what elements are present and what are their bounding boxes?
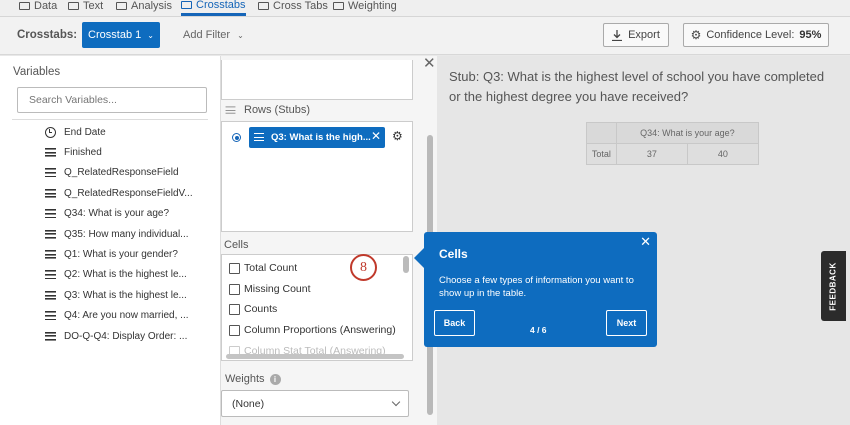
nav-tab-analysis[interactable]: Analysis <box>116 0 172 16</box>
gear-icon: ⚙ <box>690 28 702 42</box>
list-item[interactable]: Q2: What is the highest le... <box>0 265 221 285</box>
row-variable-chip[interactable]: Q3: What is the high... ✕ <box>249 127 385 148</box>
list-item[interactable]: Q35: How many individual... <box>0 224 221 244</box>
close-panel-icon[interactable]: ✕ <box>423 56 436 72</box>
list-item[interactable]: Q1: What is your gender? <box>0 244 221 264</box>
nav-tab-text[interactable]: Text <box>68 0 103 16</box>
rows-stubs-label: Rows (Stubs) <box>225 104 310 116</box>
checkbox[interactable] <box>229 262 240 274</box>
variables-sidebar: Variables End Date Finished Q_RelatedRes… <box>0 56 221 425</box>
list-icon <box>45 229 56 239</box>
list-icon <box>254 133 264 142</box>
nav-tab-data[interactable]: Data <box>19 0 57 16</box>
stub-title: Stub: Q3: What is the highest level of s… <box>449 69 825 104</box>
list-icon <box>45 331 56 341</box>
add-filter-button[interactable]: Add Filter ⌄ <box>183 29 244 41</box>
analysis-icon <box>116 2 127 10</box>
cell-option-total-count[interactable]: Total Count <box>229 262 297 274</box>
list-icon <box>45 188 56 198</box>
variables-title: Variables <box>13 66 61 78</box>
weights-label: Weights i <box>225 373 281 385</box>
toolbar: Crosstabs: Crosstab 1 ⌄ Add Filter ⌄ Exp… <box>0 17 850 55</box>
remove-chip-icon[interactable]: ✕ <box>371 129 381 143</box>
nav-tab-crosstabs[interactable]: Crosstabs <box>181 0 246 16</box>
chevron-down-icon: ⌄ <box>147 30 154 40</box>
list-icon <box>45 311 56 321</box>
confidence-level-button[interactable]: ⚙ Confidence Level: 95% <box>683 23 829 47</box>
cells-vertical-scrollbar[interactable] <box>403 256 409 273</box>
list-item[interactable]: End Date <box>0 122 221 142</box>
list-item[interactable]: Q3: What is the highest le... <box>0 285 221 305</box>
text-icon <box>68 2 79 10</box>
crosstab-select-button[interactable]: Crosstab 1 ⌄ <box>82 22 160 48</box>
back-button[interactable]: Back <box>434 310 475 336</box>
checkbox[interactable] <box>229 283 240 295</box>
columns-dropzone[interactable] <box>221 60 413 100</box>
cells-label: Cells <box>224 239 249 251</box>
grid-icon <box>258 2 269 10</box>
nav-tab-weighting[interactable]: Weighting <box>333 0 397 16</box>
info-icon[interactable]: i <box>269 373 281 385</box>
step-counter: 4 / 6 <box>530 325 547 335</box>
next-button[interactable]: Next <box>606 310 647 336</box>
tooltip-body: Choose a few types of information you wa… <box>439 275 634 299</box>
list-icon <box>45 270 56 280</box>
table-column-header: Q34: What is your age? <box>615 122 760 144</box>
crosstab-table: Q34: What is your age? Total 37 40 <box>586 122 760 165</box>
top-navigation: Data Text Analysis Crosstabs Cross Tabs … <box>0 0 850 17</box>
data-icon <box>19 2 30 10</box>
chevron-down-icon: ⌄ <box>237 31 244 40</box>
checkbox[interactable] <box>229 303 240 315</box>
variable-list: End Date Finished Q_RelatedResponseField… <box>0 122 221 346</box>
export-button[interactable]: Export <box>603 23 669 47</box>
list-item[interactable]: DO-Q-Q4: Display Order: ... <box>0 326 221 346</box>
list-icon <box>225 105 236 115</box>
table-row: Total 37 40 <box>586 143 760 165</box>
scale-icon <box>333 2 344 10</box>
download-icon <box>612 29 623 41</box>
search-variables-input[interactable] <box>17 87 207 113</box>
cell-option-missing-count[interactable]: Missing Count <box>229 283 311 295</box>
checkbox[interactable] <box>229 324 240 336</box>
gear-icon[interactable]: ⚙ <box>392 129 403 143</box>
list-item[interactable]: Q_RelatedResponseFieldV... <box>0 183 221 203</box>
list-item[interactable]: Q_RelatedResponseField <box>0 163 221 183</box>
tooltip-title: Cells <box>439 247 468 261</box>
crosstabs-icon <box>181 0 192 9</box>
crosstabs-label: Crosstabs: <box>17 29 78 41</box>
list-icon <box>45 250 56 260</box>
cells-horizontal-scrollbar[interactable] <box>226 354 404 359</box>
nav-tab-cross-tabs[interactable]: Cross Tabs <box>258 0 328 16</box>
list-icon <box>45 148 56 158</box>
list-icon <box>45 290 56 300</box>
table-header-row: Q34: What is your age? <box>586 122 760 144</box>
step-number-marker: 8 <box>350 254 377 281</box>
cell-option-counts[interactable]: Counts <box>229 303 277 315</box>
cells-options-list: Total Count Missing Count Counts Column … <box>221 254 413 361</box>
row-radio-button[interactable] <box>232 133 241 142</box>
close-icon[interactable]: ✕ <box>640 235 651 249</box>
list-icon <box>45 168 56 178</box>
feedback-button[interactable]: FEEDBACK <box>821 251 846 321</box>
list-item[interactable]: Q4: Are you now married, ... <box>0 306 221 326</box>
list-item[interactable]: Finished <box>0 142 221 162</box>
list-icon <box>45 209 56 219</box>
clock-icon <box>45 126 56 138</box>
weights-select[interactable]: (None) <box>221 390 409 417</box>
divider <box>12 119 208 120</box>
chevron-down-icon <box>391 397 401 407</box>
cell-option-column-proportions[interactable]: Column Proportions (Answering) <box>229 324 396 336</box>
walkthrough-tooltip: ✕ Cells Choose a few types of informatio… <box>414 232 657 347</box>
list-item[interactable]: Q34: What is your age? <box>0 204 221 224</box>
